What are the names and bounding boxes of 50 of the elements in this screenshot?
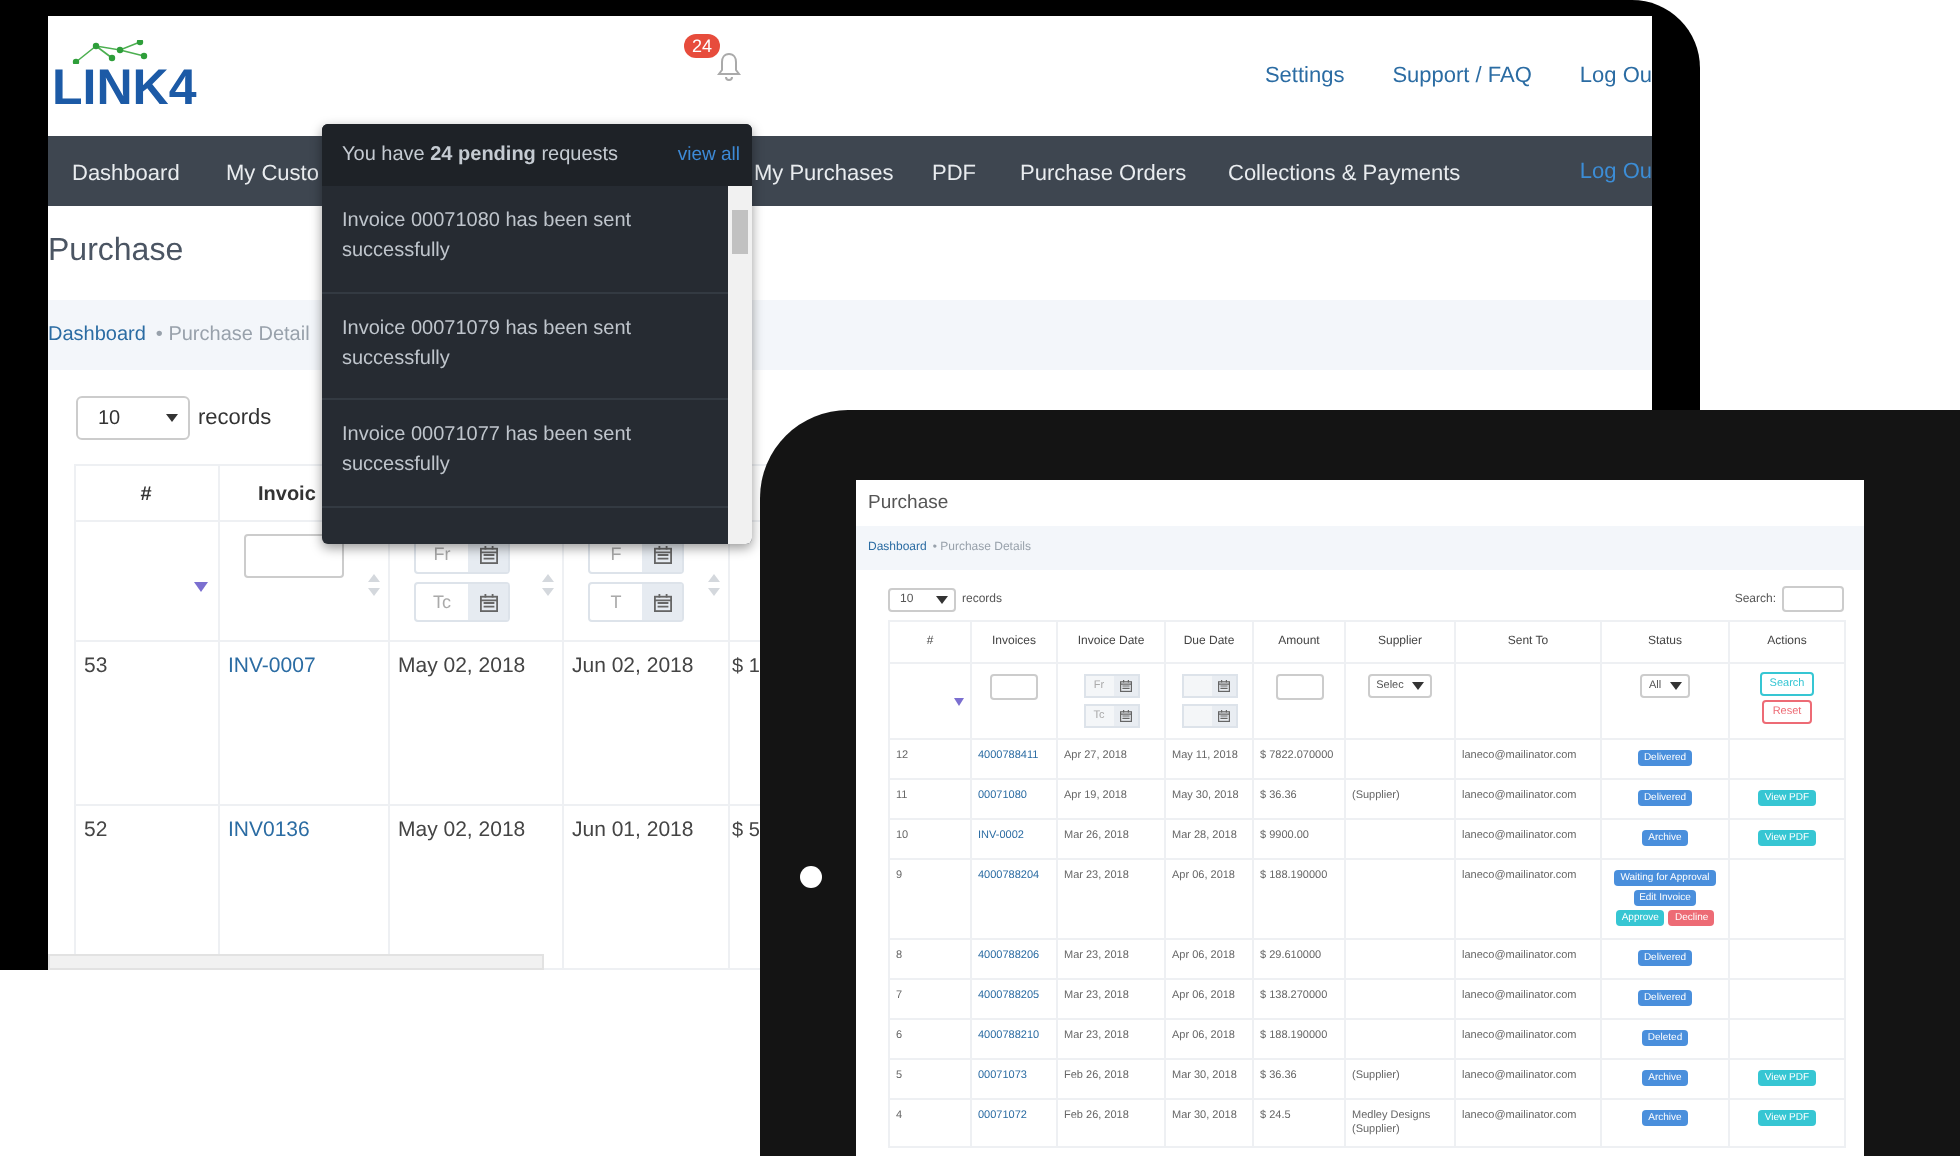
breadcrumb-current: • Purchase Detail <box>155 324 310 346</box>
page-title: Purchase <box>866 490 951 518</box>
invoice-link[interactable]: INV-0007 <box>228 654 316 678</box>
nav-item[interactable]: PDF <box>932 161 976 185</box>
pending-message: You have 24 pending requests <box>342 144 619 166</box>
nav-item[interactable]: Dashboard <box>72 161 180 185</box>
table-cell: 53 <box>84 654 108 678</box>
nav-item[interactable]: Collections & Payments <box>1228 161 1461 185</box>
sort-icon <box>708 574 720 596</box>
page-title: Purchase <box>48 231 184 271</box>
invoice-link[interactable]: INV0136 <box>228 818 310 842</box>
header-link[interactable]: Support / FAQ <box>1392 64 1532 88</box>
column-header: # <box>140 483 152 505</box>
amount-filter-field[interactable] <box>1275 674 1323 700</box>
records-label: records <box>198 406 272 430</box>
page-size-select[interactable]: 10 <box>76 396 190 440</box>
nav-item[interactable]: Purchase Orders <box>1020 161 1187 185</box>
table-cell: Jun 01, 2018 <box>572 818 694 842</box>
sort-desc-icon <box>954 698 964 706</box>
calendar-icon <box>479 593 497 611</box>
nav-item[interactable]: My Custo <box>226 161 319 185</box>
calendar-icon <box>1119 710 1131 722</box>
table-cell: Jun 02, 2018 <box>572 654 694 678</box>
due-to-field[interactable] <box>1181 704 1237 728</box>
table-cell: May 02, 2018 <box>398 818 526 842</box>
calendar-icon <box>1217 710 1229 722</box>
table-cell: May 02, 2018 <box>398 654 526 678</box>
sort-icon <box>542 574 554 596</box>
due-from-field[interactable] <box>1181 674 1237 698</box>
bell-icon[interactable] <box>716 52 742 82</box>
sort-desc-icon <box>194 582 208 592</box>
calendar-icon <box>1119 680 1131 692</box>
invoice-filter-field[interactable] <box>990 674 1038 700</box>
sort-icon <box>368 574 380 596</box>
calendar-icon <box>479 545 497 563</box>
nav-item[interactable]: My Purchases <box>754 161 894 185</box>
table-cell: $ 5 <box>732 820 760 842</box>
header-link[interactable]: Log Ou <box>1579 64 1652 88</box>
header-link[interactable]: Settings <box>1264 64 1345 88</box>
search-field[interactable] <box>1782 586 1844 612</box>
table-cell: 52 <box>84 818 108 842</box>
calendar-icon <box>1217 680 1229 692</box>
logo: LINK4 <box>52 63 199 113</box>
column-header: Invoic <box>258 483 316 505</box>
table-cell: $ 1 <box>732 656 760 678</box>
calendar-icon <box>653 593 671 611</box>
notification-badge: 24 <box>684 34 721 58</box>
view-all-link[interactable]: view all <box>677 144 740 166</box>
calendar-icon <box>653 545 671 563</box>
breadcrumb-link[interactable]: Dashboard <box>48 324 146 346</box>
